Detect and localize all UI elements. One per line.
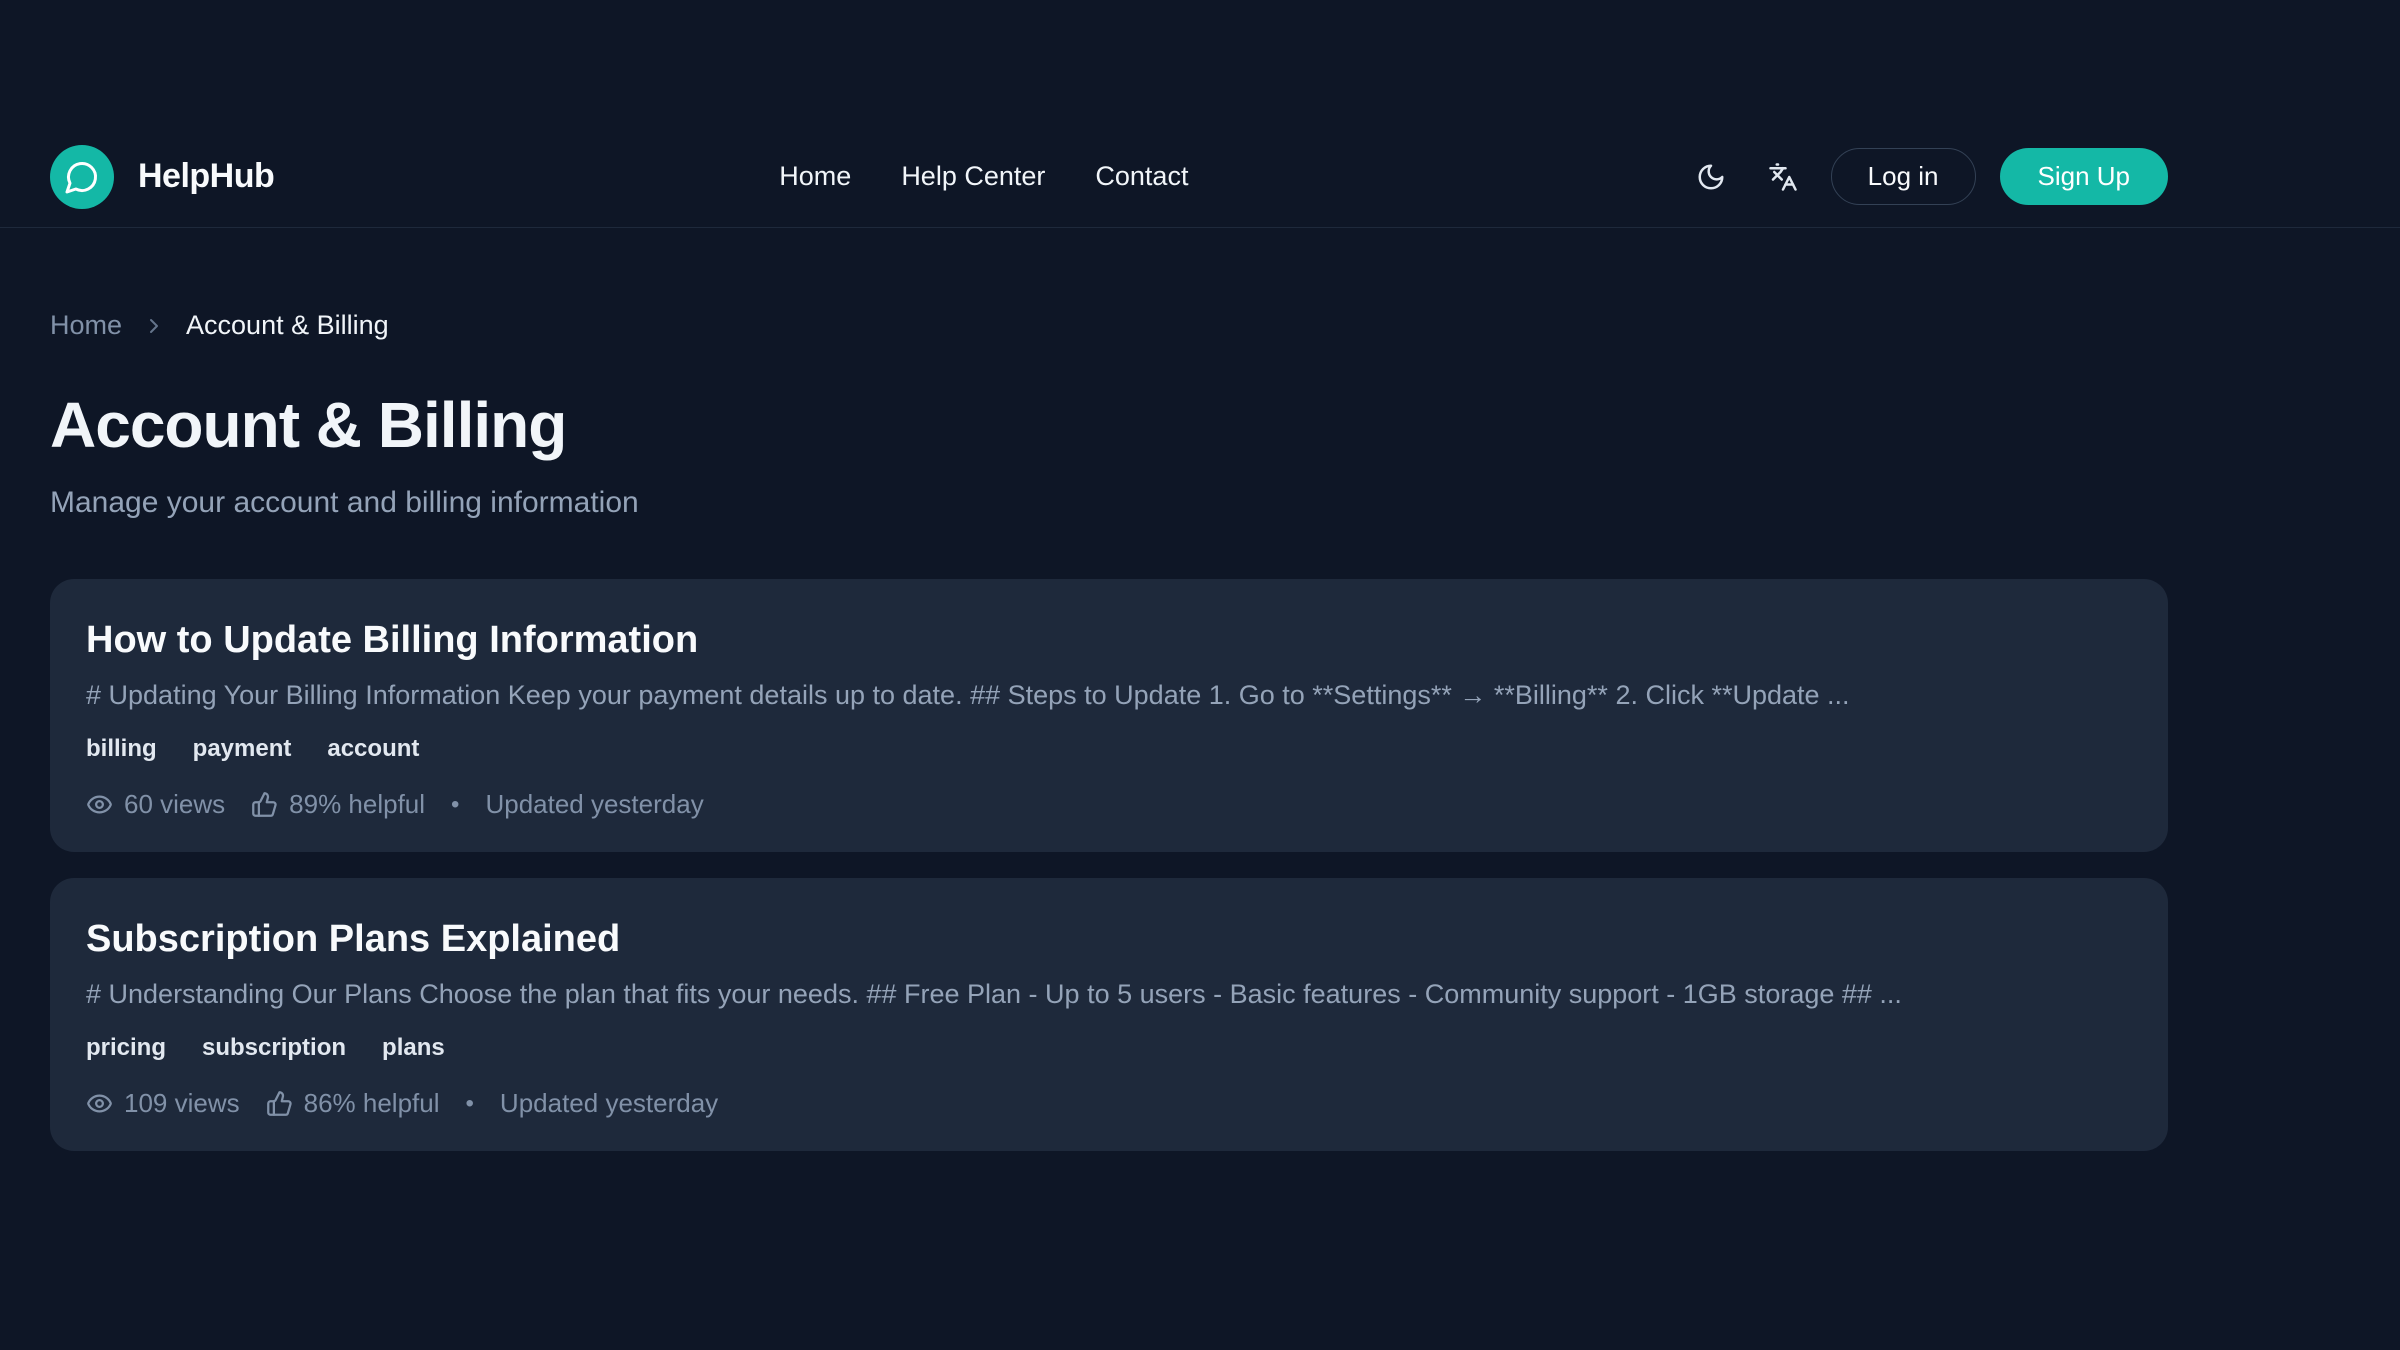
brand-logo bbox=[50, 145, 114, 209]
theme-toggle-button[interactable] bbox=[1687, 153, 1735, 201]
article-stats: 109 views 86% helpful • Updated yesterda… bbox=[86, 1088, 2132, 1119]
languages-icon bbox=[1768, 162, 1798, 192]
tag: subscription bbox=[202, 1034, 346, 1062]
site-header: HelpHub Home Help Center Contact bbox=[0, 0, 2400, 228]
message-circle-icon bbox=[64, 159, 100, 195]
nav-link-home[interactable]: Home bbox=[779, 161, 851, 192]
updated-text: Updated yesterday bbox=[500, 1088, 718, 1119]
views-stat: 109 views bbox=[86, 1088, 240, 1119]
article-excerpt: # Understanding Our Plans Choose the pla… bbox=[86, 978, 2132, 1010]
helpful-stat: 89% helpful bbox=[251, 789, 425, 820]
login-button[interactable]: Log in bbox=[1831, 148, 1976, 205]
stat-separator: • bbox=[451, 791, 459, 819]
article-excerpt: # Updating Your Billing Information Keep… bbox=[86, 679, 2132, 711]
tag: billing bbox=[86, 735, 157, 763]
eye-icon bbox=[86, 791, 113, 818]
thumbs-up-icon bbox=[266, 1090, 293, 1117]
main-content: Home Account & Billing Account & Billing… bbox=[50, 310, 2168, 1151]
article-tags: pricing subscription plans bbox=[86, 1034, 2132, 1062]
article-card[interactable]: Subscription Plans Explained # Understan… bbox=[50, 878, 2168, 1151]
header-actions: Log in Sign Up bbox=[1687, 148, 2168, 205]
helpful-percent: 89% helpful bbox=[289, 789, 425, 820]
eye-icon bbox=[86, 1090, 113, 1117]
language-button[interactable] bbox=[1759, 153, 1807, 201]
helpful-percent: 86% helpful bbox=[304, 1088, 440, 1119]
header-inner: HelpHub Home Help Center Contact bbox=[50, 126, 2168, 227]
article-title[interactable]: How to Update Billing Information bbox=[86, 617, 2132, 663]
main-nav: Home Help Center Contact bbox=[779, 161, 1188, 192]
breadcrumb-current: Account & Billing bbox=[186, 310, 389, 341]
nav-link-help-center[interactable]: Help Center bbox=[901, 161, 1045, 192]
article-card[interactable]: How to Update Billing Information # Upda… bbox=[50, 579, 2168, 852]
tag: payment bbox=[193, 735, 292, 763]
chevron-right-icon bbox=[142, 314, 166, 338]
thumbs-up-icon bbox=[251, 791, 278, 818]
breadcrumb-home-link[interactable]: Home bbox=[50, 310, 122, 341]
tag: plans bbox=[382, 1034, 445, 1062]
tag: pricing bbox=[86, 1034, 166, 1062]
page-subtitle: Manage your account and billing informat… bbox=[50, 485, 2168, 521]
helpful-stat: 86% helpful bbox=[266, 1088, 440, 1119]
article-stats: 60 views 89% helpful • Updated yesterday bbox=[86, 789, 2132, 820]
article-tags: billing payment account bbox=[86, 735, 2132, 763]
breadcrumb: Home Account & Billing bbox=[50, 310, 2168, 341]
article-title[interactable]: Subscription Plans Explained bbox=[86, 916, 2132, 962]
views-count: 109 views bbox=[124, 1088, 240, 1119]
moon-icon bbox=[1696, 162, 1726, 192]
brand[interactable]: HelpHub bbox=[50, 145, 274, 209]
signup-button[interactable]: Sign Up bbox=[2000, 148, 2169, 205]
tag: account bbox=[327, 735, 419, 763]
page-title: Account & Billing bbox=[50, 391, 2168, 459]
brand-name: HelpHub bbox=[138, 157, 274, 196]
views-count: 60 views bbox=[124, 789, 225, 820]
nav-link-contact[interactable]: Contact bbox=[1095, 161, 1188, 192]
updated-text: Updated yesterday bbox=[485, 789, 703, 820]
stat-separator: • bbox=[466, 1090, 474, 1118]
article-list: How to Update Billing Information # Upda… bbox=[50, 579, 2168, 1151]
views-stat: 60 views bbox=[86, 789, 225, 820]
